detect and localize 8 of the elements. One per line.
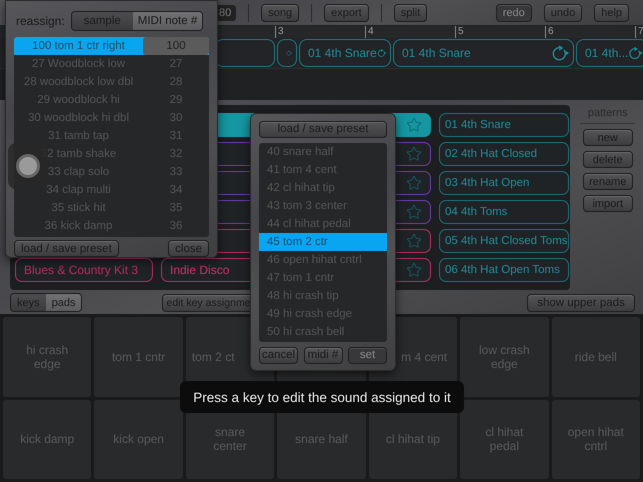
clip-label: 01 4th Snare xyxy=(308,46,377,60)
clip-label: 01 4th Snare xyxy=(402,46,471,60)
hint-toast: Press a key to edit the sound assigned to it xyxy=(180,381,464,413)
sound-name: 100 tom 1 ctr right xyxy=(31,40,126,52)
midi-note: 100 xyxy=(143,37,209,55)
clip-label: 01 4th... xyxy=(585,46,628,60)
reassign-label: reassign: xyxy=(16,14,65,28)
kit-label: Indie Disco xyxy=(170,263,230,277)
